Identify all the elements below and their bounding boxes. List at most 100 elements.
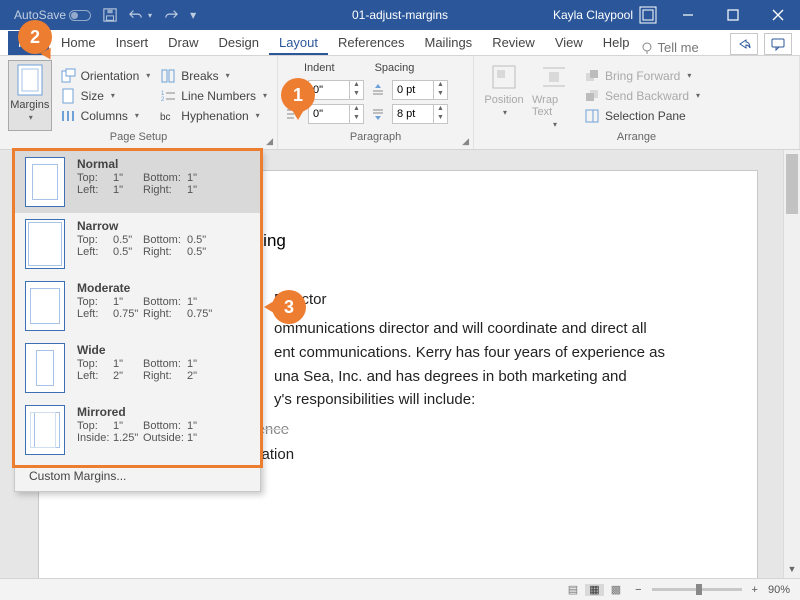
doc-para-line: y's responsibilities will include: — [274, 389, 687, 411]
toggle-off-icon — [69, 10, 91, 21]
position-icon — [489, 62, 519, 92]
lightbulb-icon — [640, 41, 654, 55]
scroll-thumb[interactable] — [786, 154, 798, 214]
columns-button[interactable]: Columns▾ — [58, 107, 153, 125]
undo-icon[interactable]: ▾ — [125, 8, 156, 22]
send-backward-icon — [584, 88, 600, 104]
comments-button[interactable] — [764, 33, 792, 55]
doc-para-line: ommunications director and will coordina… — [274, 318, 687, 340]
spacing-before-input[interactable]: ▲▼ — [392, 80, 448, 100]
close-button[interactable] — [755, 0, 800, 30]
margin-thumb-icon — [25, 281, 65, 331]
breaks-button[interactable]: Breaks▾ — [158, 67, 269, 85]
margin-preset-narrow[interactable]: NarrowTop:0.5"Bottom:0.5"Left:0.5"Right:… — [15, 213, 260, 275]
document-title: 01-adjust-margins — [352, 8, 448, 22]
read-mode-icon[interactable]: ▤ — [564, 584, 582, 596]
wrap-text-icon — [539, 62, 569, 92]
line-numbers-button[interactable]: 12 Line Numbers▾ — [158, 87, 269, 105]
paragraph-label: Paragraph — [350, 131, 401, 143]
custom-margins-item[interactable]: Custom Margins... — [15, 461, 260, 491]
scroll-down-icon[interactable]: ▼ — [784, 561, 800, 578]
zoom-level[interactable]: 90% — [768, 584, 790, 596]
bring-forward-button: Bring Forward▾ — [582, 67, 702, 85]
page-setup-launcher[interactable]: ◢ — [266, 136, 273, 147]
callout-3: 3 — [272, 290, 306, 324]
svg-text:2: 2 — [161, 97, 165, 103]
share-button[interactable] — [730, 33, 758, 55]
doc-heading: eting — [249, 231, 687, 251]
size-button[interactable]: Size▾ — [58, 87, 153, 105]
tab-help[interactable]: Help — [593, 31, 640, 55]
margin-thumb-icon — [25, 157, 65, 207]
margin-preset-normal[interactable]: NormalTop:1"Bottom:1"Left:1"Right:1" — [15, 151, 260, 213]
margin-preset-wide[interactable]: WideTop:1"Bottom:1"Left:2"Right:2" — [15, 337, 260, 399]
tab-review[interactable]: Review — [482, 31, 545, 55]
web-layout-icon[interactable]: ▩ — [607, 584, 625, 596]
indent-right-input[interactable]: ▲▼ — [308, 104, 364, 124]
comment-icon — [771, 37, 785, 51]
group-page-setup: Margins ▾ Orientation▾ Size▾ Columns▾ — [0, 56, 278, 149]
hyphenation-icon: bc — [160, 108, 176, 124]
size-icon — [60, 88, 76, 104]
margins-button[interactable]: Margins ▾ — [8, 60, 52, 131]
redo-icon[interactable] — [160, 8, 182, 22]
line-numbers-icon: 12 — [160, 88, 176, 104]
margin-thumb-icon — [25, 219, 65, 269]
share-icon — [737, 37, 751, 51]
selection-pane-icon — [584, 108, 600, 124]
columns-icon — [60, 108, 76, 124]
orientation-button[interactable]: Orientation▾ — [58, 67, 153, 85]
status-bar: ▤ ▦ ▩ − + 90% — [0, 578, 800, 600]
orientation-icon — [60, 68, 76, 84]
wrap-text-button: Wrap Text▾ — [532, 60, 576, 131]
hyphenation-button[interactable]: bc Hyphenation▾ — [158, 107, 269, 125]
minimize-button[interactable] — [665, 0, 710, 30]
tab-mailings[interactable]: Mailings — [415, 31, 483, 55]
zoom-slider[interactable] — [652, 588, 742, 591]
margin-preset-mirrored[interactable]: MirroredTop:1"Bottom:1"Inside:1.25"Outsi… — [15, 399, 260, 461]
view-buttons[interactable]: ▤ ▦ ▩ — [564, 583, 625, 596]
doc-para-line: una Sea, Inc. and has degrees in both ma… — [274, 366, 687, 388]
send-backward-button: Send Backward▾ — [582, 87, 702, 105]
vertical-scrollbar[interactable]: ▲ ▼ — [783, 150, 800, 578]
margins-icon — [15, 63, 45, 97]
tab-view[interactable]: View — [545, 31, 593, 55]
callout-1: 1 — [281, 78, 315, 112]
autosave-toggle[interactable]: AutoSave — [10, 8, 95, 22]
spacing-before-icon — [370, 82, 386, 98]
page-setup-label: Page Setup — [110, 131, 168, 143]
doc-para-line: ent communications. Kerry has four years… — [274, 342, 687, 364]
bring-forward-icon — [584, 68, 600, 84]
spacing-after-icon — [370, 106, 386, 122]
tab-references[interactable]: References — [328, 31, 414, 55]
tab-layout[interactable]: Layout — [269, 31, 328, 55]
tab-design[interactable]: Design — [209, 31, 269, 55]
spacing-after-input[interactable]: ▲▼ — [392, 104, 448, 124]
tab-home[interactable]: Home — [51, 31, 106, 55]
user-account[interactable]: Kayla Claypool — [553, 6, 657, 24]
indent-heading: Indent — [304, 62, 335, 74]
maximize-button[interactable] — [710, 0, 755, 30]
breaks-icon — [160, 68, 176, 84]
paragraph-launcher[interactable]: ◢ — [462, 136, 469, 147]
arrange-label: Arrange — [617, 131, 656, 143]
spacing-heading: Spacing — [375, 62, 415, 74]
account-frame-icon — [639, 6, 657, 24]
print-layout-icon[interactable]: ▦ — [585, 584, 603, 596]
zoom-out-button[interactable]: − — [635, 584, 641, 596]
tell-me-search[interactable]: Tell me — [640, 40, 699, 55]
position-button: Position▾ — [482, 60, 526, 131]
ribbon: Margins ▾ Orientation▾ Size▾ Columns▾ — [0, 56, 800, 150]
tab-draw[interactable]: Draw — [158, 31, 208, 55]
selection-pane-button[interactable]: Selection Pane — [582, 107, 702, 125]
title-bar: AutoSave ▾ ▾ 01-adjust-margins Kayla Cla… — [0, 0, 800, 30]
tab-insert[interactable]: Insert — [106, 31, 159, 55]
margins-dropdown: NormalTop:1"Bottom:1"Left:1"Right:1"Narr… — [14, 150, 261, 492]
indent-left-input[interactable]: ▲▼ — [308, 80, 364, 100]
callout-2: 2 — [18, 20, 52, 54]
margin-preset-moderate[interactable]: ModerateTop:1"Bottom:1"Left:0.75"Right:0… — [15, 275, 260, 337]
margin-thumb-icon — [25, 343, 65, 393]
zoom-in-button[interactable]: + — [752, 584, 758, 596]
margin-thumb-icon — [25, 405, 65, 455]
save-icon[interactable] — [99, 8, 121, 22]
